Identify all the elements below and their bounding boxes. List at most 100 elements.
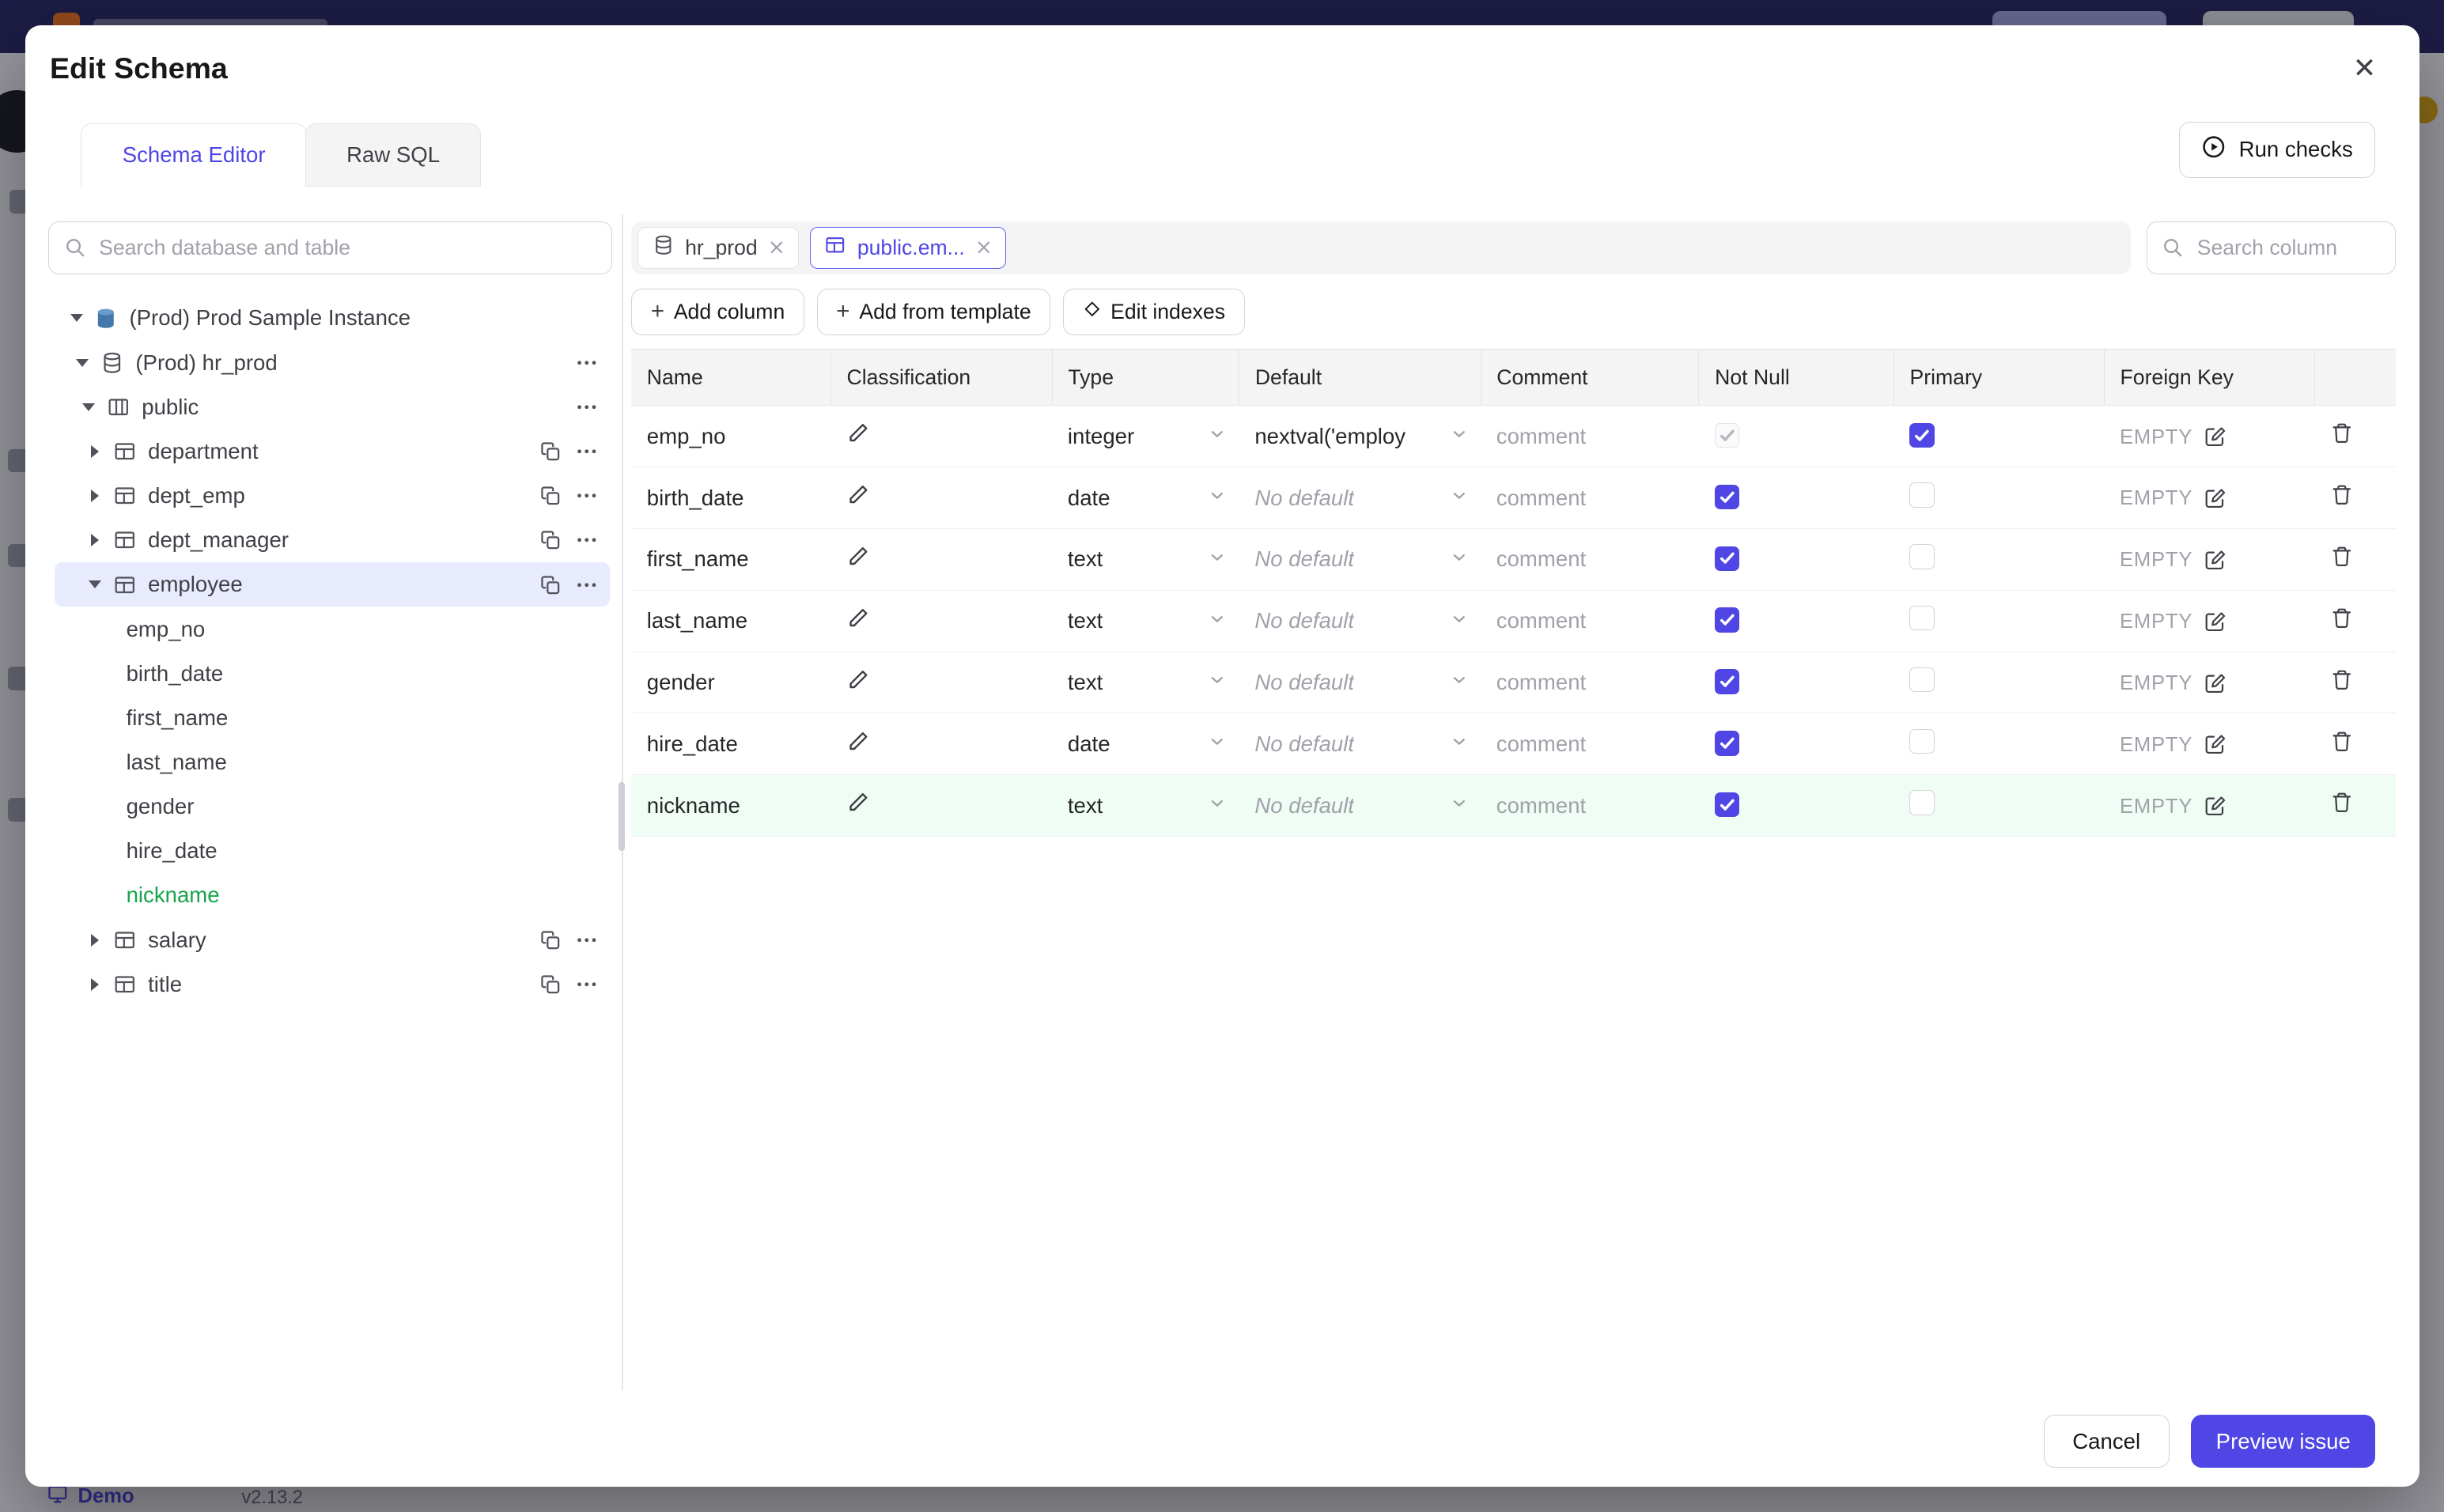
type-select[interactable]: text: [1068, 608, 1239, 633]
cell-column-name[interactable]: first_name: [631, 528, 831, 591]
tree-node-schema[interactable]: public: [55, 385, 610, 429]
type-select[interactable]: date: [1068, 486, 1239, 511]
delete-column-icon[interactable]: [2330, 607, 2354, 630]
default-select[interactable]: No default: [1254, 486, 1481, 511]
delete-column-icon[interactable]: [2330, 545, 2354, 569]
copy-icon[interactable]: [539, 929, 562, 951]
foreign-key-editor[interactable]: EMPTY: [2120, 549, 2227, 573]
type-select[interactable]: integer: [1068, 424, 1239, 449]
type-select[interactable]: text: [1068, 546, 1239, 572]
not-null-checkbox[interactable]: [1714, 546, 1740, 572]
copy-icon[interactable]: [539, 529, 562, 551]
tree-node-column-last_name[interactable]: last_name: [55, 740, 610, 784]
edit-classification-icon[interactable]: [846, 545, 870, 569]
edit-classification-icon[interactable]: [846, 730, 870, 754]
edit-classification-icon[interactable]: [846, 668, 870, 692]
cell-column-name[interactable]: nickname: [631, 774, 831, 837]
run-checks-button[interactable]: Run checks: [2178, 121, 2376, 178]
close-icon[interactable]: [769, 240, 785, 255]
caret-down-icon[interactable]: [67, 314, 86, 322]
default-select[interactable]: No default: [1254, 670, 1481, 695]
not-null-checkbox[interactable]: [1714, 607, 1740, 633]
copy-icon[interactable]: [539, 440, 562, 463]
tree-node-database[interactable]: (Prod) hr_prod: [55, 341, 610, 385]
comment-input[interactable]: [1496, 485, 1699, 511]
preview-issue-button[interactable]: Preview issue: [2191, 1415, 2376, 1469]
more-actions-icon[interactable]: [575, 395, 599, 419]
delete-column-icon[interactable]: [2330, 668, 2354, 692]
foreign-key-editor[interactable]: EMPTY: [2120, 672, 2227, 696]
primary-checkbox[interactable]: [1909, 728, 1935, 754]
edit-classification-icon[interactable]: [846, 607, 870, 630]
primary-checkbox[interactable]: [1909, 667, 1935, 693]
copy-icon[interactable]: [539, 973, 562, 996]
cell-column-name[interactable]: birth_date: [631, 467, 831, 529]
comment-input[interactable]: [1496, 423, 1699, 449]
copy-icon[interactable]: [539, 574, 562, 596]
primary-checkbox[interactable]: [1909, 790, 1935, 815]
caret-right-icon[interactable]: [85, 534, 104, 546]
close-icon[interactable]: ✕: [2341, 45, 2388, 92]
more-actions-icon[interactable]: [575, 351, 599, 375]
caret-down-icon[interactable]: [74, 359, 93, 367]
default-select[interactable]: No default: [1254, 546, 1481, 572]
more-actions-icon[interactable]: [575, 573, 599, 597]
tab-chip-table[interactable]: public.em...: [809, 226, 1007, 269]
primary-checkbox[interactable]: [1909, 422, 1935, 448]
default-select[interactable]: No default: [1254, 793, 1481, 818]
primary-checkbox[interactable]: [1909, 605, 1935, 631]
tree-node-table-department[interactable]: department: [55, 429, 610, 474]
tab-schema-editor[interactable]: Schema Editor: [81, 123, 307, 187]
edit-classification-icon[interactable]: [846, 483, 870, 507]
cell-column-name[interactable]: gender: [631, 652, 831, 714]
edit-classification-icon[interactable]: [846, 791, 870, 815]
tree-node-column-first_name[interactable]: first_name: [55, 696, 610, 740]
more-actions-icon[interactable]: [575, 528, 599, 552]
foreign-key-editor[interactable]: EMPTY: [2120, 795, 2227, 818]
more-actions-icon[interactable]: [575, 484, 599, 508]
close-icon[interactable]: [976, 240, 992, 255]
cell-column-name[interactable]: last_name: [631, 590, 831, 652]
more-actions-icon[interactable]: [575, 928, 599, 952]
not-null-checkbox[interactable]: [1714, 792, 1740, 818]
tree-node-column-birth_date[interactable]: birth_date: [55, 652, 610, 696]
delete-column-icon[interactable]: [2330, 730, 2354, 754]
default-select[interactable]: No default: [1254, 731, 1481, 757]
more-actions-icon[interactable]: [575, 440, 599, 463]
tree-node-column-gender[interactable]: gender: [55, 784, 610, 829]
tab-raw-sql[interactable]: Raw SQL: [305, 123, 482, 187]
tree-node-column-hire_date[interactable]: hire_date: [55, 829, 610, 873]
panel-resizer[interactable]: [612, 214, 631, 1397]
type-select[interactable]: text: [1068, 670, 1239, 695]
panel-resizer-thumb[interactable]: [619, 782, 626, 851]
delete-column-icon[interactable]: [2330, 483, 2354, 507]
more-actions-icon[interactable]: [575, 973, 599, 996]
not-null-checkbox[interactable]: [1714, 484, 1740, 510]
foreign-key-editor[interactable]: EMPTY: [2120, 610, 2227, 634]
comment-input[interactable]: [1496, 608, 1699, 634]
default-select[interactable]: No default: [1254, 608, 1481, 633]
cancel-button[interactable]: Cancel: [2043, 1415, 2170, 1469]
primary-checkbox[interactable]: [1909, 482, 1935, 508]
tree-node-table-salary[interactable]: salary: [55, 918, 610, 962]
caret-right-icon[interactable]: [85, 445, 104, 458]
caret-down-icon[interactable]: [85, 580, 104, 588]
foreign-key-editor[interactable]: EMPTY: [2120, 487, 2227, 511]
foreign-key-editor[interactable]: EMPTY: [2120, 425, 2227, 449]
tree-node-table-dept_manager[interactable]: dept_manager: [55, 518, 610, 562]
foreign-key-editor[interactable]: EMPTY: [2120, 733, 2227, 757]
tree-node-table-title[interactable]: title: [55, 962, 610, 1007]
delete-column-icon[interactable]: [2330, 421, 2354, 445]
edit-classification-icon[interactable]: [846, 421, 870, 445]
column-search-input[interactable]: [2146, 221, 2396, 274]
tree-node-instance[interactable]: (Prod) Prod Sample Instance: [55, 296, 610, 340]
caret-right-icon[interactable]: [85, 978, 104, 991]
caret-right-icon[interactable]: [85, 490, 104, 502]
tab-chip-database[interactable]: hr_prod: [637, 226, 799, 269]
delete-column-icon[interactable]: [2330, 791, 2354, 815]
tree-search-input[interactable]: [48, 221, 613, 274]
comment-input[interactable]: [1496, 670, 1699, 696]
not-null-checkbox[interactable]: [1714, 669, 1740, 694]
copy-icon[interactable]: [539, 485, 562, 507]
tree-node-table-employee[interactable]: employee: [54, 562, 610, 607]
